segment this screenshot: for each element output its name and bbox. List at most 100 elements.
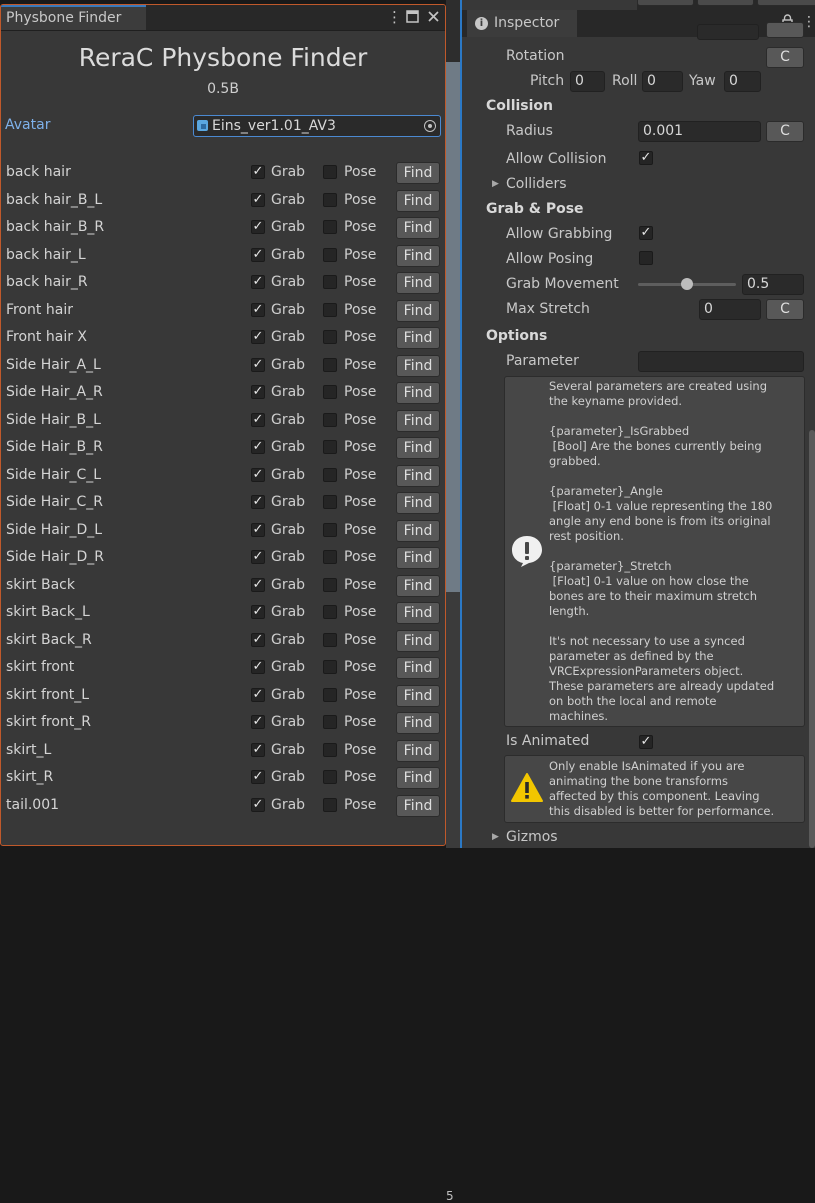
- find-button[interactable]: Find: [396, 382, 440, 404]
- allow-grabbing-checkbox[interactable]: ✓: [639, 226, 653, 240]
- grab-checkbox[interactable]: ✓: [251, 385, 265, 399]
- pose-checkbox[interactable]: [323, 357, 337, 372]
- find-button[interactable]: Find: [396, 409, 440, 432]
- pose-checkbox[interactable]: [323, 192, 337, 207]
- find-button[interactable]: Find: [396, 189, 440, 212]
- grab-checkbox[interactable]: ✓: [251, 660, 265, 674]
- inspector-scrollbar[interactable]: [809, 430, 815, 848]
- grab-checkbox[interactable]: ✓: [251, 687, 265, 702]
- grab-checkbox[interactable]: ✓: [251, 330, 265, 344]
- grab-checkbox[interactable]: ✓: [251, 605, 265, 619]
- grab-checkbox[interactable]: ✓: [251, 440, 265, 454]
- grab-checkbox[interactable]: ✓: [251, 192, 265, 207]
- find-button[interactable]: Find: [396, 437, 440, 459]
- rotation-curve-button[interactable]: C: [766, 47, 804, 68]
- find-button[interactable]: Find: [396, 244, 440, 267]
- close-icon[interactable]: [427, 8, 440, 27]
- yaw-field[interactable]: 0: [724, 71, 761, 92]
- find-button[interactable]: Find: [396, 767, 440, 789]
- find-button[interactable]: Find: [396, 299, 440, 322]
- pose-checkbox[interactable]: [323, 302, 337, 317]
- pose-checkbox[interactable]: [323, 440, 337, 454]
- avatar-object-field[interactable]: Eins_ver1.01_AV3: [193, 115, 441, 137]
- tab-physbone-finder[interactable]: Physbone Finder: [1, 5, 146, 30]
- find-button[interactable]: Find: [396, 712, 440, 734]
- max-stretch-curve-button[interactable]: C: [766, 299, 804, 320]
- pose-checkbox[interactable]: [323, 412, 337, 427]
- pose-checkbox[interactable]: [323, 577, 337, 592]
- pose-checkbox[interactable]: [323, 605, 337, 619]
- grab-checkbox[interactable]: ✓: [251, 577, 265, 592]
- grab-checkbox[interactable]: ✓: [251, 467, 265, 482]
- pose-checkbox[interactable]: [323, 687, 337, 702]
- find-button[interactable]: Find: [396, 739, 440, 762]
- pose-checkbox[interactable]: [323, 550, 337, 564]
- grab-checkbox[interactable]: ✓: [251, 522, 265, 537]
- find-button[interactable]: Find: [396, 657, 440, 679]
- colliders-foldout[interactable]: Colliders: [506, 176, 567, 192]
- pose-checkbox[interactable]: [323, 770, 337, 784]
- pose-checkbox[interactable]: [323, 330, 337, 344]
- tab-inspector[interactable]: i Inspector: [467, 10, 577, 37]
- pose-checkbox[interactable]: [323, 522, 337, 537]
- find-button[interactable]: Find: [396, 492, 440, 514]
- toolbar-button[interactable]: [637, 0, 694, 6]
- pose-checkbox[interactable]: [323, 632, 337, 647]
- find-button[interactable]: Find: [396, 602, 440, 624]
- partial-field[interactable]: [697, 24, 759, 40]
- radius-field[interactable]: 0.001: [638, 121, 761, 142]
- gizmos-foldout[interactable]: Gizmos: [506, 829, 558, 845]
- grab-checkbox[interactable]: ✓: [251, 715, 265, 729]
- is-animated-checkbox[interactable]: ✓: [639, 735, 653, 749]
- grab-checkbox[interactable]: ✓: [251, 412, 265, 427]
- pitch-field[interactable]: 0: [570, 71, 605, 92]
- grab-checkbox[interactable]: ✓: [251, 165, 265, 179]
- find-button[interactable]: Find: [396, 464, 440, 487]
- max-stretch-field[interactable]: 0: [699, 299, 761, 320]
- find-button[interactable]: Find: [396, 354, 440, 377]
- grab-checkbox[interactable]: ✓: [251, 247, 265, 262]
- pose-checkbox[interactable]: [323, 247, 337, 262]
- gizmos-foldout-icon[interactable]: ▶: [492, 832, 499, 842]
- colliders-foldout-icon[interactable]: ▶: [492, 179, 499, 189]
- pose-checkbox[interactable]: [323, 797, 337, 812]
- find-button[interactable]: Find: [396, 327, 440, 349]
- toolbar-button[interactable]: [697, 0, 754, 6]
- pose-checkbox[interactable]: [323, 275, 337, 289]
- allow-collision-checkbox[interactable]: ✓: [639, 151, 653, 165]
- find-button[interactable]: Find: [396, 684, 440, 707]
- grab-checkbox[interactable]: ✓: [251, 495, 265, 509]
- pose-checkbox[interactable]: [323, 742, 337, 757]
- pose-checkbox[interactable]: [323, 660, 337, 674]
- find-button[interactable]: Find: [396, 519, 440, 542]
- radius-curve-button[interactable]: C: [766, 121, 804, 142]
- pose-checkbox[interactable]: [323, 385, 337, 399]
- roll-field[interactable]: 0: [642, 71, 683, 92]
- grab-movement-field[interactable]: 0.5: [742, 274, 804, 295]
- grab-checkbox[interactable]: ✓: [251, 632, 265, 647]
- kebab-menu-icon[interactable]: ⋮: [387, 8, 402, 26]
- find-button[interactable]: Find: [396, 629, 440, 652]
- partial-button[interactable]: [766, 22, 804, 38]
- pose-checkbox[interactable]: [323, 165, 337, 179]
- grab-checkbox[interactable]: ✓: [251, 742, 265, 757]
- parameter-input[interactable]: [638, 351, 804, 372]
- object-picker-icon[interactable]: [424, 120, 436, 132]
- find-button[interactable]: Find: [396, 547, 440, 569]
- grab-checkbox[interactable]: ✓: [251, 275, 265, 289]
- grab-checkbox[interactable]: ✓: [251, 220, 265, 234]
- pose-checkbox[interactable]: [323, 715, 337, 729]
- find-button[interactable]: Find: [396, 574, 440, 597]
- grab-checkbox[interactable]: ✓: [251, 357, 265, 372]
- pose-checkbox[interactable]: [323, 467, 337, 482]
- grab-checkbox[interactable]: ✓: [251, 797, 265, 812]
- maximize-icon[interactable]: [406, 8, 419, 27]
- allow-posing-checkbox[interactable]: [639, 251, 653, 265]
- pose-checkbox[interactable]: [323, 495, 337, 509]
- grab-checkbox[interactable]: ✓: [251, 302, 265, 317]
- find-button[interactable]: Find: [396, 272, 440, 294]
- toolbar-button[interactable]: [757, 0, 815, 6]
- grab-checkbox[interactable]: ✓: [251, 550, 265, 564]
- find-button[interactable]: Find: [396, 217, 440, 239]
- find-button[interactable]: Find: [396, 162, 440, 184]
